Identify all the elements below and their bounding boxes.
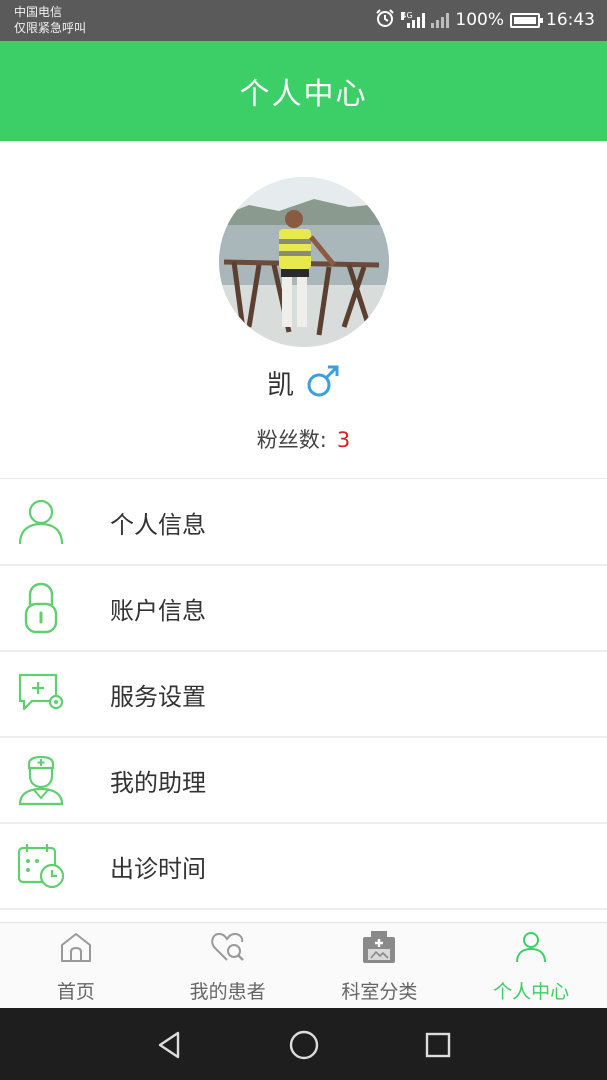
bottom-tab-bar: 首页 我的患者 科室分类 个人中心 (0, 922, 607, 1008)
menu-item-account-info[interactable]: 账户信息 (0, 566, 607, 652)
tab-label-department-categories: 科室分类 (341, 981, 418, 1003)
clock: 16:43 (546, 10, 595, 30)
menu-label-my-assistant: 我的助理 (110, 768, 206, 797)
carrier-info: 中国电信 仅限紧急呼叫 (14, 4, 86, 36)
male-icon (306, 364, 340, 402)
name-row: 凯 (0, 363, 607, 402)
calendar-clock-icon (0, 823, 110, 909)
medical-bag-icon (361, 927, 397, 967)
signal-4g-icon: 4G (401, 11, 426, 28)
status-icons: 4G 100% 16:43 (375, 8, 595, 32)
nurse-icon (0, 737, 110, 823)
tab-home[interactable]: 首页 (0, 923, 152, 1009)
network-tag: 4G (401, 11, 413, 20)
menu-item-personal-info[interactable]: 个人信息 (0, 480, 607, 566)
fans-label: 粉丝数: (256, 428, 327, 452)
signal-no-sim-icon (431, 12, 450, 28)
user-name: 凯 (267, 370, 294, 401)
app-header: 个人中心 (0, 41, 607, 141)
tab-label-home: 首页 (56, 981, 95, 1003)
system-nav-bar (0, 1008, 607, 1080)
lock-icon (0, 565, 110, 651)
menu-label-consultation-time: 出诊时间 (110, 854, 206, 883)
emergency-only-text: 仅限紧急呼叫 (14, 21, 87, 35)
tab-label-personal-center: 个人中心 (493, 981, 570, 1003)
battery-percent: 100% (455, 10, 504, 30)
tab-personal-center[interactable]: 个人中心 (455, 923, 607, 1009)
fans-count: 3 (336, 428, 351, 452)
home-nav-icon[interactable] (287, 1028, 321, 1062)
status-bar: 中国电信 仅限紧急呼叫 4G 100% 16:43 (0, 0, 607, 41)
carrier-name: 中国电信 (14, 5, 63, 19)
tab-label-my-patients: 我的患者 (189, 981, 266, 1003)
page-title: 个人中心 (239, 77, 368, 112)
menu-item-service-settings[interactable]: 服务设置 (0, 652, 607, 738)
chat-settings-icon (0, 651, 110, 737)
menu-item-consultation-time[interactable]: 出诊时间 (0, 824, 607, 910)
battery-icon (510, 12, 543, 28)
recent-apps-icon[interactable] (421, 1028, 455, 1062)
profile-section: 凯 粉丝数: 3 (0, 141, 607, 479)
tab-my-patients[interactable]: 我的患者 (152, 923, 304, 1009)
avatar[interactable] (219, 177, 389, 347)
back-icon[interactable] (152, 1028, 186, 1062)
alarm-icon (375, 8, 395, 33)
settings-menu: 个人信息 账户信息 服务设置 我的助理 出诊时间 (0, 480, 607, 910)
menu-item-my-assistant[interactable]: 我的助理 (0, 738, 607, 824)
person-icon (514, 927, 548, 967)
fans-row: 粉丝数: 3 (0, 424, 607, 454)
menu-label-service-settings: 服务设置 (110, 682, 206, 711)
menu-label-personal-info: 个人信息 (110, 510, 206, 539)
menu-label-account-info: 账户信息 (110, 596, 206, 625)
person-icon (0, 479, 110, 565)
heart-search-icon (210, 927, 246, 967)
tab-department-categories[interactable]: 科室分类 (304, 923, 456, 1009)
home-icon (59, 927, 93, 967)
